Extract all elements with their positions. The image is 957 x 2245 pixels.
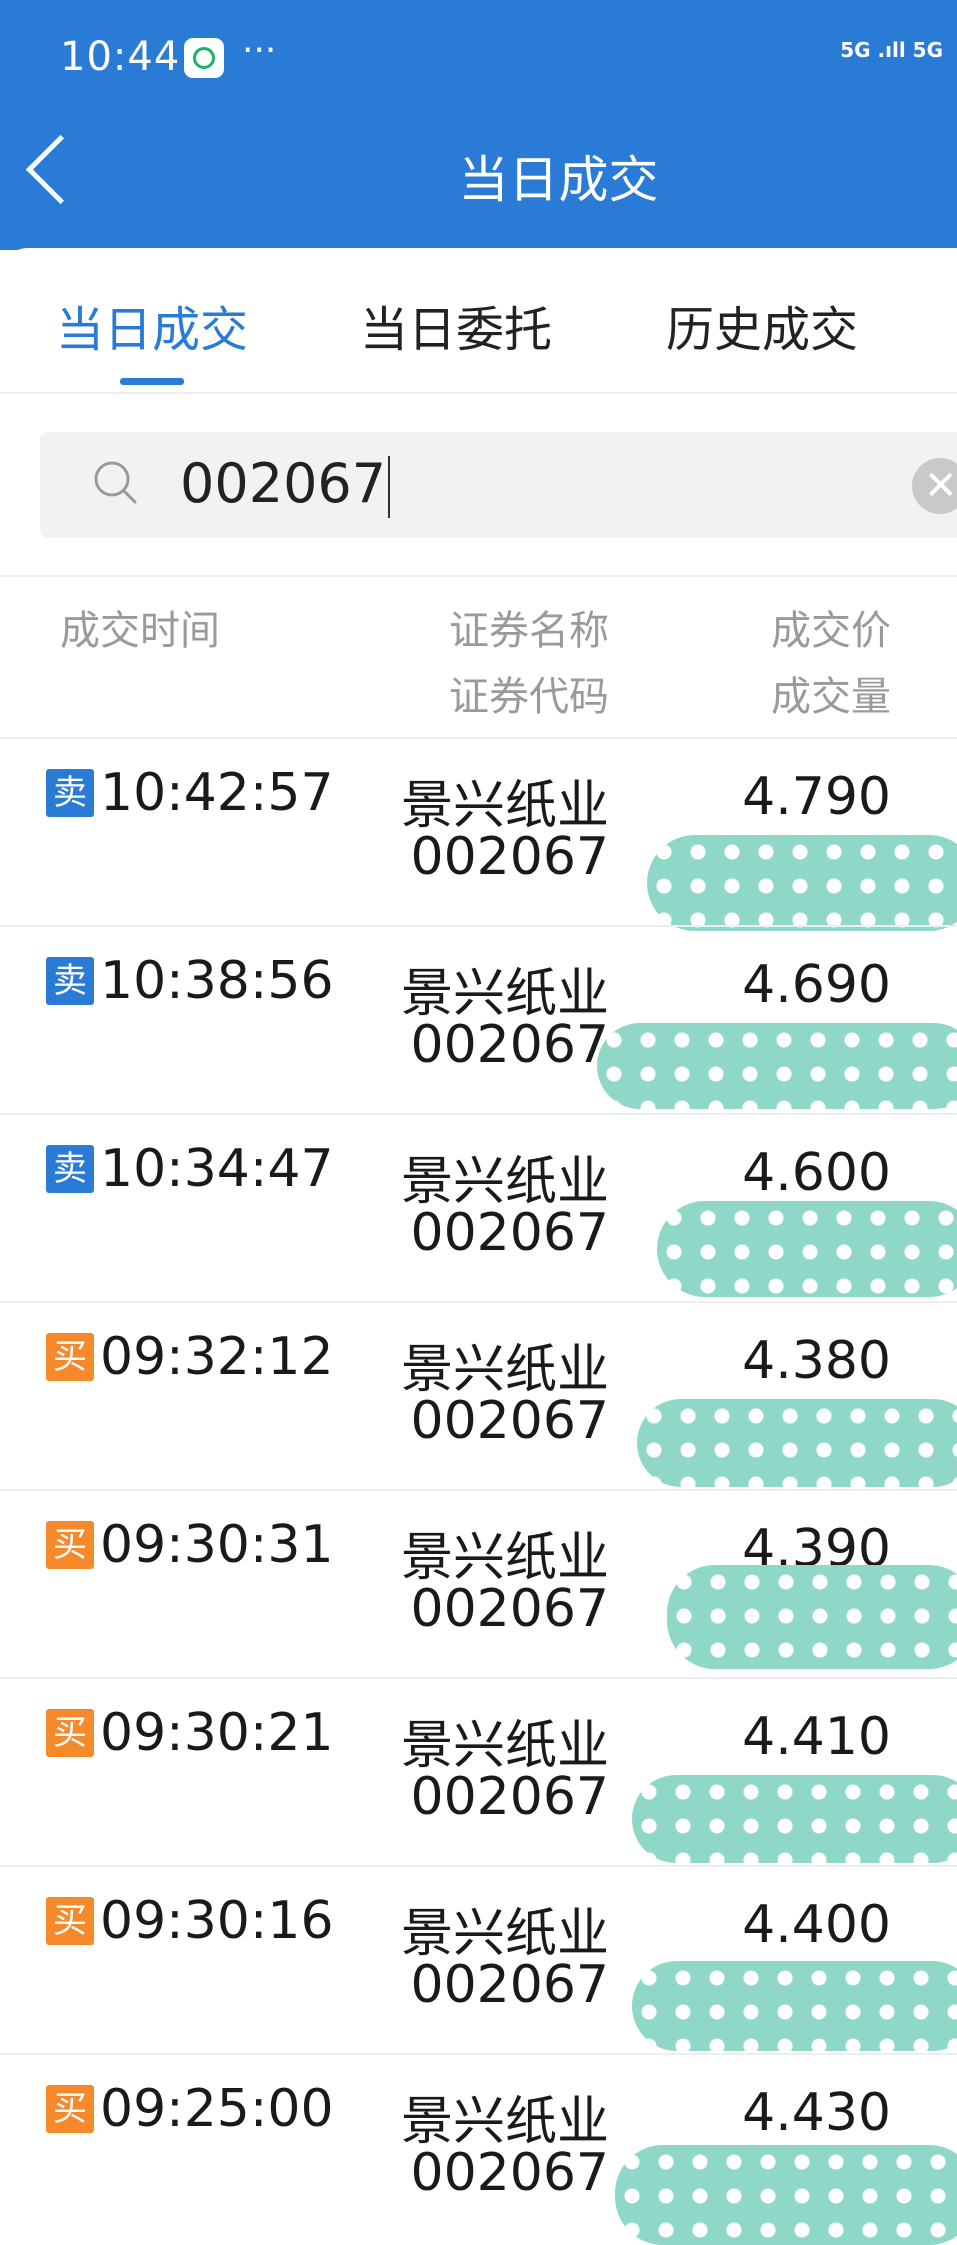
security-code: 002067 [410,1391,609,1451]
trade-price: 4.380 [742,1331,891,1391]
more-notifications-icon: ··· [242,30,277,71]
trade-price: 4.600 [742,1143,891,1203]
trade-row[interactable]: 卖 10:42:57 景兴纸业 002067 4.790 [0,739,957,931]
trade-time: 10:42:57 [100,763,334,823]
trade-row[interactable]: 买 09:25:00 景兴纸业 002067 4.430 [0,2055,957,2245]
trade-time: 09:25:00 [100,2079,334,2139]
col-header-name: 证券名称 [449,608,609,654]
search-input-value: 002067 [180,452,387,515]
security-code: 002067 [410,2143,609,2203]
side-badge: 买 [46,1897,94,1945]
trade-row[interactable]: 买 09:30:21 景兴纸业 002067 4.410 [0,1679,957,1867]
trade-time: 09:30:31 [100,1515,334,1575]
side-badge: 买 [46,1709,94,1757]
trade-time: 10:34:47 [100,1139,334,1199]
redacted-volume [632,1775,957,1863]
security-code: 002067 [410,1579,609,1639]
tab-today-orders[interactable]: 当日委托 [360,290,552,360]
side-badge: 买 [46,2085,94,2133]
redacted-volume [597,1023,957,1109]
redacted-volume [615,2145,957,2245]
trade-row[interactable]: 卖 10:34:47 景兴纸业 002067 4.600 [0,1115,957,1303]
search-input[interactable]: 002067 [180,452,391,519]
trade-row[interactable]: 卖 10:38:56 景兴纸业 002067 4.690 [0,927,957,1115]
side-badge: 卖 [46,957,94,1005]
security-code: 002067 [410,1767,609,1827]
col-header-volume: 成交量 [771,674,891,720]
page-title: 当日成交 [458,151,659,209]
side-badge: 买 [46,1333,94,1381]
redacted-volume [657,1201,957,1297]
security-code: 002067 [410,1203,609,1263]
trade-time: 10:38:56 [100,951,334,1011]
security-code: 002067 [410,1015,609,1075]
trade-price: 4.400 [742,1895,891,1955]
trade-time: 09:30:21 [100,1703,334,1763]
trade-row[interactable]: 买 09:32:12 景兴纸业 002067 4.380 [0,1303,957,1491]
trade-time: 09:30:16 [100,1891,334,1951]
text-caret [388,456,391,519]
active-tab-indicator [120,378,184,385]
redacted-volume [667,1565,957,1669]
side-badge: 买 [46,1521,94,1569]
divider [0,575,957,577]
trade-price: 4.430 [742,2083,891,2143]
redacted-volume [632,1961,957,2051]
search-bar[interactable] [40,432,957,538]
signal-icon: 5G .ıll 5G [840,38,943,62]
trade-price: 4.410 [742,1707,891,1767]
col-header-time: 成交时间 [60,608,220,654]
trade-row[interactable]: 买 09:30:31 景兴纸业 002067 4.390 [0,1491,957,1679]
side-badge: 卖 [46,769,94,817]
redacted-volume [637,1399,957,1487]
col-header-code: 证券代码 [449,674,609,720]
status-time: 10:44 [60,34,181,80]
tab-today-trades[interactable]: 当日成交 [56,290,248,360]
security-code: 002067 [410,1955,609,2015]
trade-price: 4.690 [742,955,891,1015]
redacted-volume [647,835,957,931]
col-header-price: 成交价 [771,608,891,654]
side-badge: 卖 [46,1145,94,1193]
trade-price: 4.790 [742,767,891,827]
trade-row[interactable]: 买 09:30:16 景兴纸业 002067 4.400 [0,1867,957,2055]
tab-history-trades[interactable]: 历史成交 [666,290,858,360]
trade-time: 09:32:12 [100,1327,334,1387]
security-code: 002067 [410,827,609,887]
notification-app-icon [184,38,224,78]
search-icon [94,461,137,504]
divider [0,392,957,394]
app-header: 10:44 ··· 5G .ıll 5G 当日成交 [0,0,957,250]
